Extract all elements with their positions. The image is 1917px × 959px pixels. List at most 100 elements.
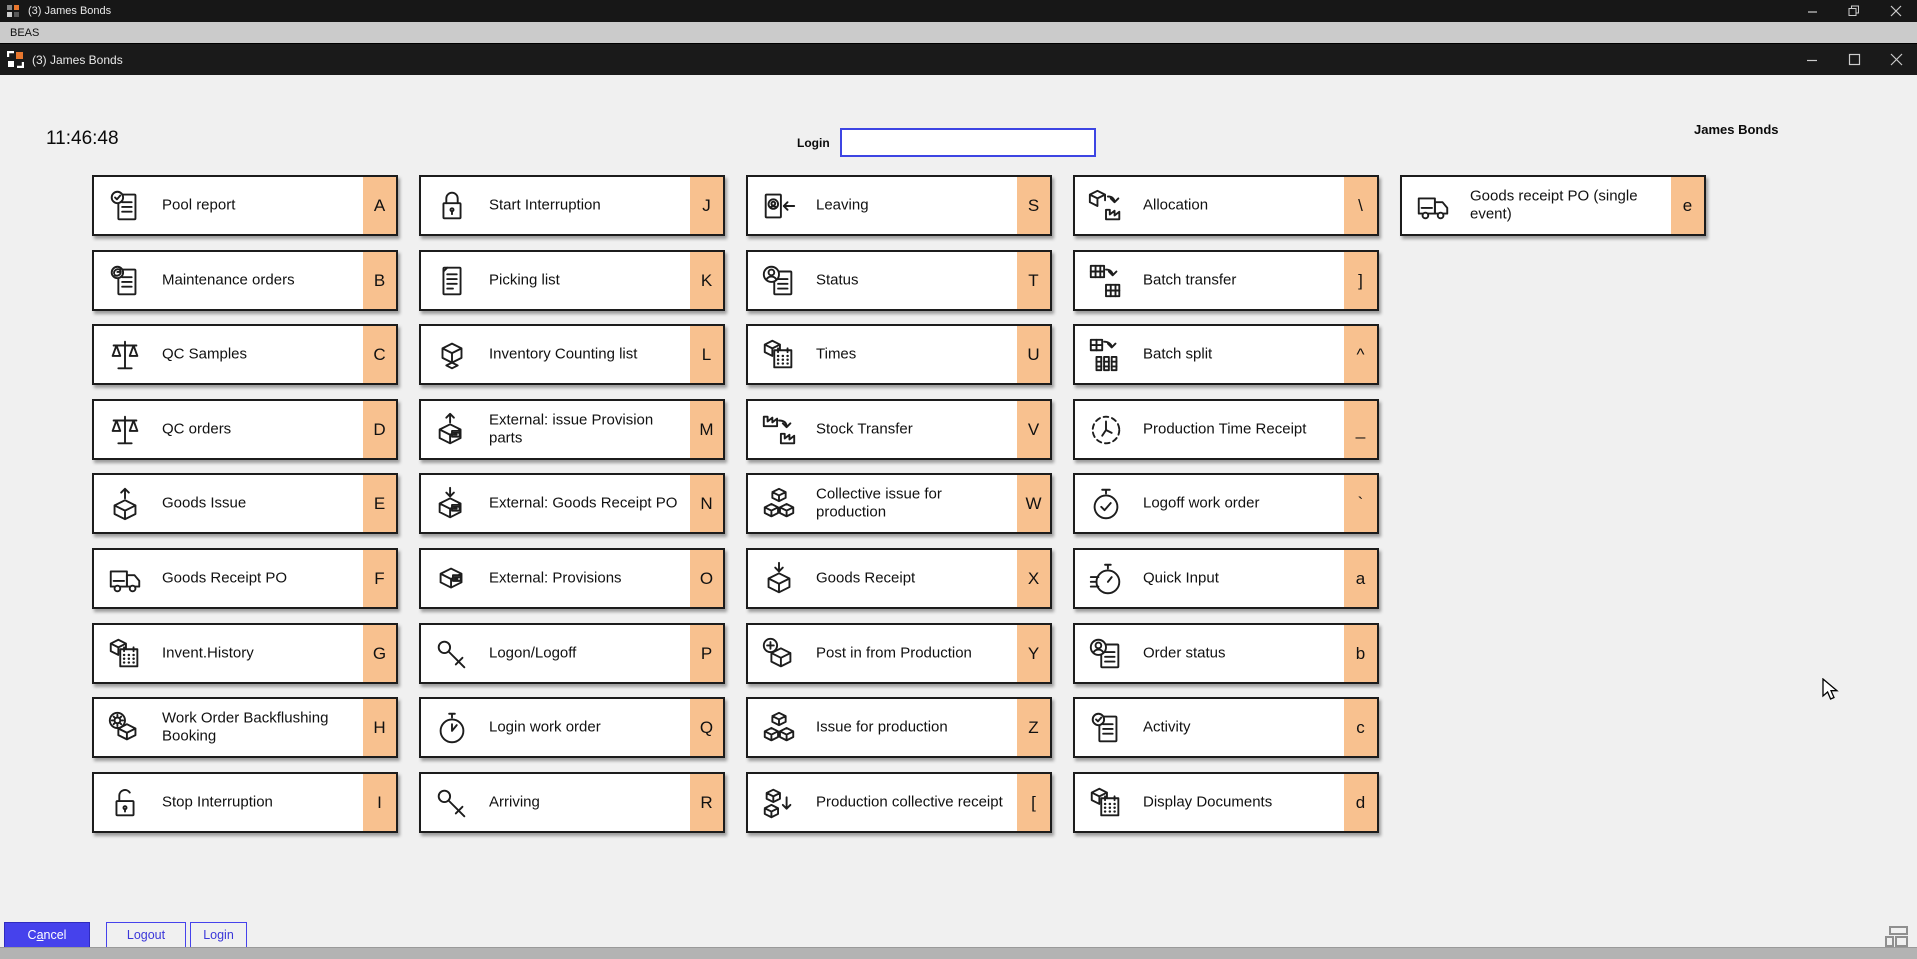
tile-label: Issue for production (816, 718, 948, 736)
tile-shortcut-key: J (690, 177, 723, 234)
box-label-down-icon (433, 485, 471, 523)
form-layout-icon[interactable] (1885, 926, 1909, 947)
document-lines-icon (433, 262, 471, 300)
tile-issue-for-production[interactable]: Issue for production Z (746, 697, 1052, 758)
box-label-up-icon (433, 411, 471, 449)
inner-maximize-button[interactable] (1833, 44, 1875, 75)
login-input[interactable] (840, 128, 1096, 157)
tile-label: Stop Interruption (162, 793, 273, 811)
tile-allocation[interactable]: Allocation \ (1073, 175, 1379, 236)
inner-minimize-button[interactable] (1791, 44, 1833, 75)
tile-arriving[interactable]: Arriving R (419, 772, 725, 833)
tile-stop-interruption[interactable]: Stop Interruption I (92, 772, 398, 833)
tile-start-interruption[interactable]: Start Interruption J (419, 175, 725, 236)
tile-work-order-backflushing-booking[interactable]: Work Order Backflushing Booking H (92, 697, 398, 758)
tile-goods-receipt-po-single-event[interactable]: Goods receipt PO (single event) e (1400, 175, 1706, 236)
tile-quick-input[interactable]: Quick Input a (1073, 548, 1379, 609)
tile-qc-samples[interactable]: QC Samples C (92, 324, 398, 385)
tile-label: Production Time Receipt (1143, 420, 1307, 438)
tile-shortcut-key: e (1671, 177, 1704, 234)
tile-inventory-counting-list[interactable]: Inventory Counting list L (419, 324, 725, 385)
current-user-name: James Bonds (1694, 122, 1779, 137)
outer-close-button[interactable] (1875, 0, 1917, 22)
tile-goods-receipt[interactable]: Goods Receipt X (746, 548, 1052, 609)
tile-invent-history[interactable]: Invent.History G (92, 623, 398, 684)
tile-production-time-receipt[interactable]: Production Time Receipt _ (1073, 399, 1379, 460)
tile-activity[interactable]: Activity c (1073, 697, 1379, 758)
tile-goods-receipt-po[interactable]: Goods Receipt PO F (92, 548, 398, 609)
tile-batch-transfer[interactable]: Batch transfer] (1073, 250, 1379, 311)
cancel-button[interactable]: Ca ncel (4, 922, 90, 948)
tile-post-in-from-production[interactable]: Post in from Production Y (746, 623, 1052, 684)
tile-external-provisions[interactable]: External: Provisions O (419, 548, 725, 609)
tile-login-work-order[interactable]: Login work order Q (419, 697, 725, 758)
tile-label: Allocation (1143, 196, 1209, 214)
tile-status[interactable]: Status T (746, 250, 1052, 311)
tile-stock-transfer[interactable]: Stock Transfer V (746, 399, 1052, 460)
tile-shortcut-key: _ (1344, 401, 1377, 458)
tile-times[interactable]: Times U (746, 324, 1052, 385)
tile-shortcut-key: ^ (1344, 326, 1377, 383)
tile-label: QC Samples (162, 345, 248, 363)
tile-logoff-work-order[interactable]: Logoff work order ` (1073, 473, 1379, 534)
tile-shortcut-key: S (1017, 177, 1050, 234)
login-field-label: Login (797, 136, 830, 150)
tile-shortcut-key: B (363, 252, 396, 309)
tile-shortcut-key: W (1017, 475, 1050, 532)
tile-goods-issue[interactable]: Goods Issue E (92, 473, 398, 534)
box-to-factory-icon (1087, 187, 1125, 225)
tile-display-documents[interactable]: Display Documents d (1073, 772, 1379, 833)
minimize-icon (1807, 10, 1817, 13)
close-icon (1890, 5, 1902, 17)
tile-shortcut-key: A (363, 177, 396, 234)
document-check-icon (1087, 709, 1125, 747)
tile-label: Pool report (162, 196, 236, 214)
key-icon (433, 635, 471, 673)
tile-production-collective-receipt[interactable]: Production collective receipt [ (746, 772, 1052, 833)
minimize-icon (1807, 59, 1817, 61)
box-calendar-icon (106, 635, 144, 673)
tile-order-status[interactable]: Order status b (1073, 623, 1379, 684)
truck-icon (106, 560, 144, 598)
tile-label: Stock Transfer (816, 420, 913, 438)
tile-picking-list[interactable]: Picking list K (419, 250, 725, 311)
truck-icon (1414, 187, 1452, 225)
tile-label: Start Interruption (489, 196, 601, 214)
menu-bar: BEAS (0, 22, 1917, 43)
stopwatch-check-icon (1087, 485, 1125, 523)
logout-button[interactable]: Logout (106, 922, 186, 948)
tile-shortcut-key: \ (1344, 177, 1377, 234)
tile-label: Arriving (489, 793, 540, 811)
tile-shortcut-key: V (1017, 401, 1050, 458)
tile-shortcut-key: Z (1017, 699, 1050, 756)
tile-batch-split[interactable]: Batch split ^ (1073, 324, 1379, 385)
tile-leaving[interactable]: Leaving S (746, 175, 1052, 236)
tile-logon-logoff[interactable]: Logon/Logoff P (419, 623, 725, 684)
tile-shortcut-key: E (363, 475, 396, 532)
tile-external-goods-receipt-po[interactable]: External: Goods Receipt PO N (419, 473, 725, 534)
cubes-arrow-down-icon (760, 784, 798, 822)
tile-shortcut-key: ` (1344, 475, 1377, 532)
tile-shortcut-key: I (363, 774, 396, 831)
tile-shortcut-key: H (363, 699, 396, 756)
tile-shortcut-key: d (1344, 774, 1377, 831)
tile-label: Display Documents (1143, 793, 1273, 811)
outer-restore-button[interactable] (1833, 0, 1875, 22)
tile-pool-report[interactable]: Pool report A (92, 175, 398, 236)
box-arrow-in-icon (760, 560, 798, 598)
balance-scale-icon (106, 336, 144, 374)
tile-maintenance-orders[interactable]: Maintenance orders B (92, 250, 398, 311)
tile-external-issue-provision-parts[interactable]: External: issue Provision parts M (419, 399, 725, 460)
grid-split-icon (1087, 336, 1125, 374)
grid-transfer-icon (1087, 262, 1125, 300)
outer-minimize-button[interactable] (1791, 0, 1833, 22)
tile-shortcut-key: D (363, 401, 396, 458)
tile-label: Goods receipt PO (single event) (1470, 186, 1638, 223)
tile-shortcut-key: O (690, 550, 723, 607)
tile-shortcut-key: a (1344, 550, 1377, 607)
tile-collective-issue-for-production[interactable]: Collective issue for production W (746, 473, 1052, 534)
tile-qc-orders[interactable]: QC orders D (92, 399, 398, 460)
menu-item-beas[interactable]: BEAS (10, 27, 39, 39)
inner-close-button[interactable] (1875, 44, 1917, 75)
login-button[interactable]: Login (190, 922, 247, 948)
